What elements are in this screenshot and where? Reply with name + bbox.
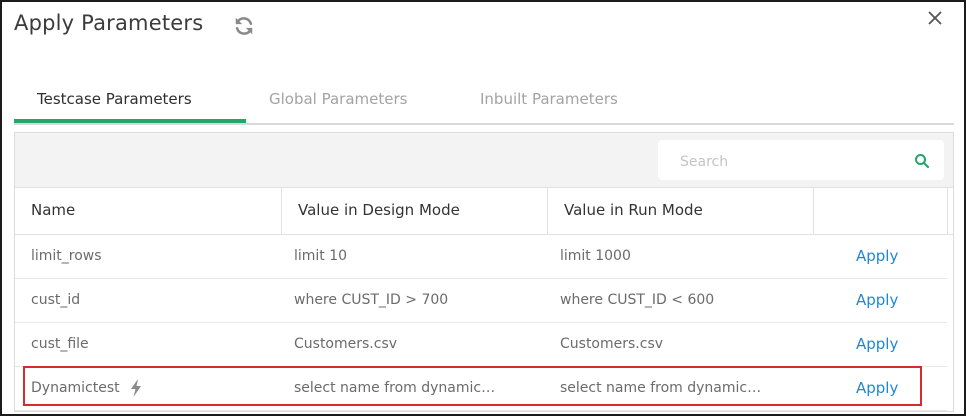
table-header: Name Value in Design Mode Value in Run M… — [15, 187, 953, 235]
column-header-name[interactable]: Name — [15, 188, 282, 234]
close-icon[interactable] — [924, 7, 946, 29]
tab-global-parameters[interactable]: Global Parameters — [269, 90, 407, 108]
tab-testcase-parameters[interactable]: Testcase Parameters — [37, 90, 192, 108]
apply-button[interactable]: Apply — [856, 234, 926, 278]
param-name: cust_file — [31, 336, 89, 352]
parameters-table: Name Value in Design Mode Value in Run M… — [14, 132, 954, 412]
refresh-icon[interactable] — [233, 15, 255, 37]
param-design-value: limit 10 — [294, 248, 348, 264]
param-run-value: Customers.csv — [560, 336, 664, 352]
param-name: Dynamictest — [31, 380, 120, 396]
dialog-title: Apply Parameters — [14, 11, 204, 35]
param-design-value: select name from dynamic… — [294, 380, 496, 396]
apply-parameters-dialog: Apply Parameters Testcase Parameters Glo… — [0, 0, 966, 416]
table-row: cust_id where CUST_ID > 700 where CUST_I… — [15, 278, 947, 323]
search-box[interactable] — [658, 140, 944, 180]
apply-button[interactable]: Apply — [856, 278, 926, 322]
param-name: limit_rows — [31, 248, 102, 264]
table-row: Dynamictest select name from dynamic… se… — [15, 366, 947, 411]
lightning-icon — [131, 379, 142, 397]
tab-inbuilt-parameters[interactable]: Inbuilt Parameters — [480, 90, 618, 108]
column-header-design-value[interactable]: Value in Design Mode — [282, 188, 548, 234]
tab-bar: Testcase Parameters Global Parameters In… — [14, 82, 954, 126]
column-header-run-value[interactable]: Value in Run Mode — [548, 188, 814, 234]
search-icon[interactable] — [914, 153, 930, 169]
table-row: cust_file Customers.csv Customers.csv Ap… — [15, 322, 947, 367]
apply-button[interactable]: Apply — [856, 366, 926, 410]
param-design-value: Customers.csv — [294, 336, 398, 352]
table-toolbar — [15, 133, 953, 187]
param-name: cust_id — [31, 292, 81, 308]
param-name-cell: Dynamictest — [31, 366, 281, 410]
table-row: limit_rows limit 10 limit 1000 Apply — [15, 234, 947, 279]
param-run-value: where CUST_ID < 600 — [560, 292, 715, 308]
apply-button[interactable]: Apply — [856, 322, 926, 366]
param-design-value: where CUST_ID > 700 — [294, 292, 449, 308]
param-run-value: select name from dynamic… — [560, 380, 762, 396]
active-tab-indicator — [14, 119, 246, 123]
search-input[interactable] — [678, 150, 902, 174]
column-header-action — [814, 188, 948, 234]
param-run-value: limit 1000 — [560, 248, 631, 264]
